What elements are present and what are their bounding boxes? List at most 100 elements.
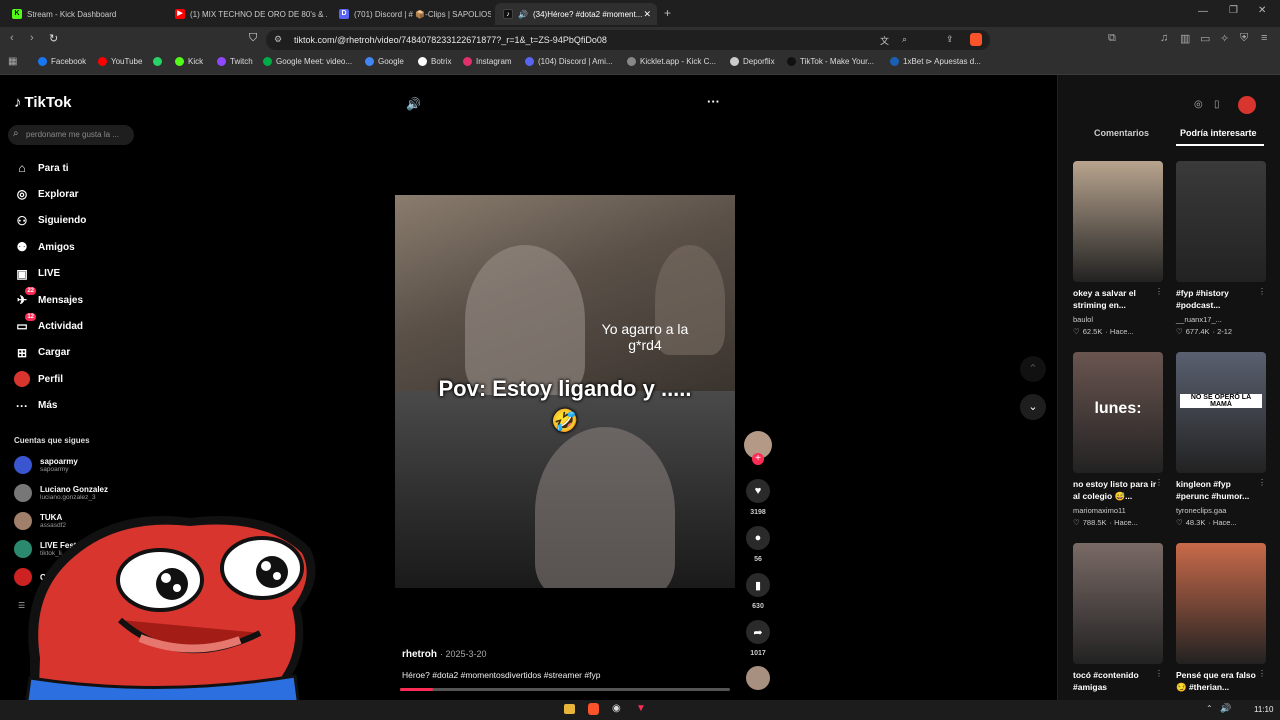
sidebar-item-mensajes[interactable]: ✈ 22 Mensajes bbox=[14, 287, 83, 308]
bookmark-item[interactable]: Facebook bbox=[38, 57, 86, 66]
sidebar-item-explorar[interactable]: ◎ Explorar bbox=[14, 186, 79, 202]
bookmark-icon[interactable]: ▮ bbox=[746, 573, 770, 597]
coin-icon[interactable]: ◎ bbox=[1194, 99, 1203, 110]
more-options-icon[interactable]: ⋮ bbox=[1155, 478, 1163, 487]
wallet-icon[interactable]: ▭ bbox=[1200, 32, 1210, 45]
search-input[interactable]: ⌕ perdoname me gusta la ... bbox=[8, 125, 134, 145]
menu-icon[interactable]: ≡ bbox=[1261, 32, 1267, 44]
sidebar-item-amigos[interactable]: ⚉ Amigos bbox=[14, 239, 75, 255]
new-tab-icon[interactable]: + bbox=[664, 6, 671, 20]
prev-video-button[interactable]: ⌃ bbox=[1020, 356, 1046, 382]
sidebar-item-para-ti[interactable]: ⌂ Para ti bbox=[14, 160, 68, 176]
comment-icon[interactable]: ● bbox=[746, 526, 770, 550]
followed-account[interactable]: sapoarmy sapoarmy bbox=[14, 456, 78, 474]
recommended-video[interactable] bbox=[1073, 543, 1163, 664]
video-author[interactable]: rhetroh bbox=[402, 649, 437, 660]
device-icon[interactable]: ▯ bbox=[1214, 99, 1220, 110]
close-tab-icon[interactable]: ✕ bbox=[643, 9, 651, 20]
more-options-icon[interactable]: ⋮ bbox=[1258, 287, 1266, 296]
brave-taskbar-icon[interactable] bbox=[588, 703, 599, 715]
zoom-icon[interactable]: ⌕ bbox=[902, 34, 907, 45]
tray-chevron-icon[interactable]: ⌃ bbox=[1206, 704, 1213, 713]
reload-icon[interactable]: ↻ bbox=[49, 32, 58, 45]
sidebar-item-live[interactable]: ▣ LIVE bbox=[14, 266, 60, 282]
tab-comments[interactable]: Comentarios bbox=[1094, 128, 1149, 138]
followed-account[interactable]: Luciano Gonzalez luciano.gonzalez_3 bbox=[14, 484, 108, 502]
sidebar-toggle-icon[interactable]: ▥ bbox=[1180, 32, 1190, 45]
heart-icon[interactable]: ♥ bbox=[746, 479, 770, 503]
back-icon[interactable]: ‹ bbox=[10, 32, 14, 44]
bookmark-item[interactable]: Twitch bbox=[217, 57, 253, 66]
bookmark-item[interactable]: Instagram bbox=[463, 57, 512, 66]
share-action[interactable]: ➦ 1017 bbox=[746, 620, 770, 657]
next-video-button[interactable]: ⌄ bbox=[1020, 394, 1046, 420]
recommended-caption[interactable]: Pensé que era falso😏 #therian... bbox=[1176, 669, 1266, 693]
browser-tab[interactable]: D (701) Discord | # 📦-Clips | SAPOLIOS bbox=[331, 3, 491, 25]
volume-tray-icon[interactable]: 🔊 bbox=[1220, 703, 1231, 714]
sidebar-item-cargar[interactable]: ⊞ Cargar bbox=[14, 345, 70, 361]
recommended-video[interactable] bbox=[1176, 161, 1266, 282]
minimize-icon[interactable]: — bbox=[1198, 6, 1208, 17]
sidebar-item-siguiendo[interactable]: ⚇ Siguiendo bbox=[14, 213, 87, 229]
obs-taskbar-icon[interactable]: ◉ bbox=[612, 703, 621, 714]
vpn-icon[interactable]: ⛨ bbox=[1240, 32, 1248, 45]
share-icon[interactable]: ➦ bbox=[746, 620, 770, 644]
recommended-author[interactable]: __ruanx17_... bbox=[1176, 315, 1222, 324]
more-options-icon[interactable]: ⋮ bbox=[1155, 669, 1163, 678]
translate-icon[interactable]: 文 bbox=[880, 34, 889, 47]
bookmark-action[interactable]: ▮ 630 bbox=[746, 573, 770, 610]
tiktok-logo[interactable]: ♪ TikTok bbox=[14, 94, 71, 111]
more-options-icon[interactable]: ⋮ bbox=[1258, 669, 1266, 678]
follow-plus-icon[interactable]: + bbox=[752, 453, 764, 465]
bookmark-item[interactable]: Google Meet: video... bbox=[263, 57, 352, 66]
recommended-video[interactable]: lunes: bbox=[1073, 352, 1163, 473]
extensions-icon[interactable]: ⧉ bbox=[1108, 32, 1116, 45]
apps-grid-icon[interactable]: ▦ bbox=[8, 56, 17, 67]
heart-action[interactable]: ♥ 3198 bbox=[746, 479, 770, 516]
browser-tab-active[interactable]: ♪ 🔊 (34)Héroe? #dota2 #moment... ✕ bbox=[495, 3, 657, 25]
recommended-author[interactable]: mariomaximo11 bbox=[1073, 506, 1126, 515]
tab-recommended[interactable]: Podría interesarte bbox=[1180, 128, 1257, 138]
bookmark-item[interactable]: (104) Discord | Ami... bbox=[525, 57, 613, 66]
user-avatar[interactable] bbox=[1238, 96, 1256, 114]
video-player[interactable]: Yo agarro a la g*rd4 Pov: Estoy ligando … bbox=[395, 195, 735, 588]
share-page-icon[interactable]: ⇪ bbox=[946, 34, 954, 45]
address-bar[interactable]: ⚙ tiktok.com/@rhetroh/video/748407823312… bbox=[266, 30, 990, 50]
video-more-icon[interactable]: ··· bbox=[707, 94, 720, 109]
bookmark-item[interactable] bbox=[153, 57, 166, 66]
browser-tab[interactable]: K Stream - Kick Dashboard bbox=[4, 3, 164, 25]
bookmark-star-icon[interactable]: ⛉ bbox=[249, 32, 257, 45]
bookmark-item[interactable]: Kick bbox=[175, 57, 203, 66]
sound-disc-avatar[interactable] bbox=[746, 666, 770, 690]
sidebar-item-más[interactable]: ··· Más bbox=[14, 398, 57, 414]
file-explorer-icon[interactable] bbox=[564, 704, 575, 714]
bookmark-item[interactable]: Kicklet.app - Kick C... bbox=[627, 57, 716, 66]
clock[interactable]: 11:10 bbox=[1254, 705, 1273, 714]
bookmark-item[interactable]: Botrix bbox=[418, 57, 451, 66]
recommended-video[interactable]: NO SE OPERÓ LA MAMÁ bbox=[1176, 352, 1266, 473]
volume-icon[interactable]: 🔊 bbox=[406, 97, 421, 111]
recommended-author[interactable]: baulol bbox=[1073, 315, 1093, 324]
app-taskbar-icon[interactable]: ▼ bbox=[636, 703, 646, 714]
recommended-video[interactable] bbox=[1073, 161, 1163, 282]
forward-icon[interactable]: › bbox=[30, 32, 34, 44]
recommended-video[interactable] bbox=[1176, 543, 1266, 664]
recommended-caption[interactable]: okey a salvar el striming en... bbox=[1073, 287, 1163, 311]
bookmark-item[interactable]: YouTube bbox=[98, 57, 142, 66]
video-progress-track[interactable] bbox=[400, 688, 730, 691]
recommended-caption[interactable]: no estoy listo para ir al colegio 😅... bbox=[1073, 478, 1163, 502]
comment-action[interactable]: ● 56 bbox=[746, 526, 770, 563]
bookmark-item[interactable]: TikTok - Make Your... bbox=[787, 57, 874, 66]
sidebar-item-perfil[interactable]: Perfil bbox=[14, 371, 63, 388]
brave-shield-icon[interactable] bbox=[970, 33, 982, 46]
window-close-icon[interactable]: ✕ bbox=[1258, 5, 1266, 16]
leo-icon[interactable]: ✧ bbox=[1220, 32, 1229, 45]
more-options-icon[interactable]: ⋮ bbox=[1258, 478, 1266, 487]
restore-icon[interactable]: ❐ bbox=[1229, 5, 1238, 16]
recommended-caption[interactable]: #fyp #history #podcast... bbox=[1176, 287, 1266, 311]
site-info-icon[interactable]: ⚙ bbox=[274, 34, 282, 45]
more-options-icon[interactable]: ⋮ bbox=[1155, 287, 1163, 296]
bookmark-item[interactable]: Google bbox=[365, 57, 404, 66]
bookmark-item[interactable]: Deporflix bbox=[730, 57, 775, 66]
recommended-caption[interactable]: tocó #contenido #amigas bbox=[1073, 669, 1163, 693]
